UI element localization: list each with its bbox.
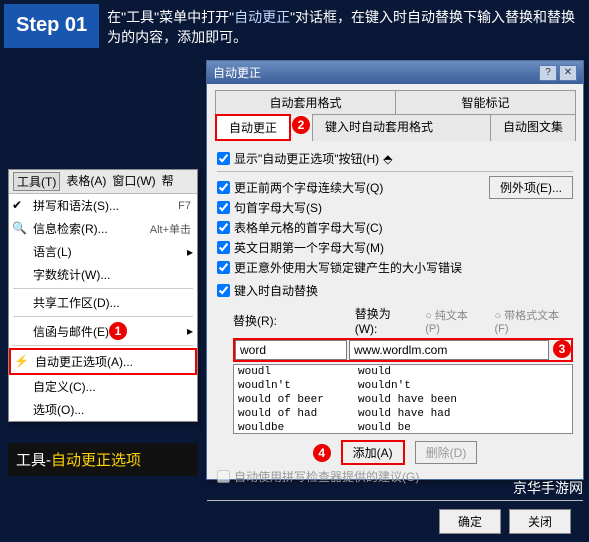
list-item: woudlwould [234,365,572,379]
chk-capitalize-days[interactable]: 英文日期第一个字母大写(M) [217,239,489,256]
chk-two-initial-caps[interactable]: 更正前两个字母连续大写(Q) [217,179,489,196]
replacewith-label: 替换为(W): [355,305,414,336]
badge-3: 3 [553,340,571,358]
separator [217,171,573,172]
dialog-titlebar: 自动更正 ? ✕ [207,61,583,84]
tabs-top-row: 自动套用格式 智能标记 [207,84,583,114]
chk-capitalize-sentence[interactable]: 句首字母大写(S) [217,199,489,216]
tabs-bottom-row: 自动更正 2 键入时自动套用格式 自动图文集 [207,114,583,141]
menu-shared-workspace[interactable]: 共享工作区(D)... [9,291,197,314]
ok-button[interactable]: 确定 [439,509,501,534]
help-button[interactable]: ? [539,65,557,81]
delete-button: 删除(D) [415,441,478,464]
menu-wordcount[interactable]: 字数统计(W)... [9,263,197,286]
tab-asyoutype[interactable]: 键入时自动套用格式 [312,114,491,141]
exceptions-button[interactable]: 例外项(E)... [489,176,573,199]
menu-separator [13,288,193,289]
autocorrect-list[interactable]: woudlwould woudln'twouldn't would of bee… [233,364,573,434]
add-delete-row: 4 添加(A) 删除(D) [217,440,573,465]
add-button[interactable]: 添加(A) [341,440,405,465]
dialog-footer: 确定 关闭 [207,500,583,542]
badge-4: 4 [313,444,331,462]
tab-autocorrect[interactable]: 自动更正 [215,114,291,141]
badge-2: 2 [292,116,310,134]
menu-list: ✔ 拼写和语法(S)...F7 🔍 信息检索(R)...Alt+单击 语言(L)… [9,194,197,421]
menu-separator [13,316,193,317]
step-instruction: 在"工具"菜单中打开"自动更正"对话框，在键入时自动替换下输入替换和替换为的内容… [99,4,585,48]
tab-autoformat[interactable]: 自动套用格式 [215,90,396,114]
caption-bar: 工具-自动更正选项 [8,443,198,476]
tools-dropdown-menu: 工具(T) 表格(A) 窗口(W) 帮 ✔ 拼写和语法(S)...F7 🔍 信息… [8,169,198,422]
menubar-table[interactable]: 表格(A) [66,172,106,191]
menubar-tools[interactable]: 工具(T) [13,172,60,191]
replace-input-row: 3 [233,338,573,362]
replace-input[interactable] [235,340,347,360]
menu-options[interactable]: 选项(O)... [9,398,197,421]
research-icon: 🔍 [12,221,28,237]
chk-replace-as-type[interactable]: 键入时自动替换 [217,282,573,299]
chevron-right-icon: ▸ [187,324,193,338]
dialog-title: 自动更正 [213,64,261,81]
menu-letters-mail[interactable]: 信函与邮件(E)1▸ [9,319,197,343]
menubar-window[interactable]: 窗口(W) [112,172,155,191]
menubar-help[interactable]: 帮 [162,172,174,191]
replace-header-row: 替换(R): 替换为(W): ○ 纯文本(P) ○ 带格式文本(F) [233,305,573,336]
list-item: woudln'twouldn't [234,379,572,393]
source-watermark: 京华手游网 [513,478,583,498]
step-banner: Step 01 在"工具"菜单中打开"自动更正"对话框，在键入时自动替换下输入替… [4,4,585,48]
list-item: wouldbewould be [234,421,572,434]
list-item: would of beerwould have been [234,393,572,407]
abc-check-icon: ✔ [12,198,28,214]
menu-autocorrect-options[interactable]: ⚡ 自动更正选项(A)... [9,348,197,375]
list-item: would of hadwould have had [234,407,572,421]
menu-spelling[interactable]: ✔ 拼写和语法(S)...F7 [9,194,197,217]
tab-smarttags[interactable]: 智能标记 [395,90,576,114]
chevron-right-icon: ▸ [187,245,193,259]
menubar: 工具(T) 表格(A) 窗口(W) 帮 [9,170,197,194]
menu-language[interactable]: 语言(L)▸ [9,240,197,263]
autocorrect-dialog: 自动更正 ? ✕ 自动套用格式 智能标记 自动更正 2 键入时自动套用格式 自动… [206,60,584,480]
dialog-body: 显示"自动更正选项"按钮(H) ⬘ 更正前两个字母连续大写(Q) 句首字母大写(… [207,141,583,494]
tab-autotext[interactable]: 自动图文集 [490,114,576,141]
close-button[interactable]: 关闭 [509,509,571,534]
radio-plain: ○ 纯文本(P) [425,307,482,335]
chk-capitalize-cells[interactable]: 表格单元格的首字母大写(C) [217,219,489,236]
menu-separator [13,345,193,346]
badge-1: 1 [109,322,127,340]
radio-formatted: ○ 带格式文本(F) [494,307,573,335]
replacewith-input[interactable] [349,340,549,360]
chk-caps-lock[interactable]: 更正意外使用大写锁定键产生的大小写错误 [217,259,489,276]
smarttag-icon: ⬘ [383,152,392,166]
menu-customize[interactable]: 自定义(C)... [9,375,197,398]
replace-label: 替换(R): [233,312,343,329]
lightning-icon: ⚡ [14,354,30,370]
step-badge: Step 01 [4,4,99,48]
menu-research[interactable]: 🔍 信息检索(R)...Alt+单击 [9,217,197,240]
show-autocorrect-btn-checkbox[interactable]: 显示"自动更正选项"按钮(H) ⬘ [217,150,573,167]
close-icon[interactable]: ✕ [559,65,577,81]
